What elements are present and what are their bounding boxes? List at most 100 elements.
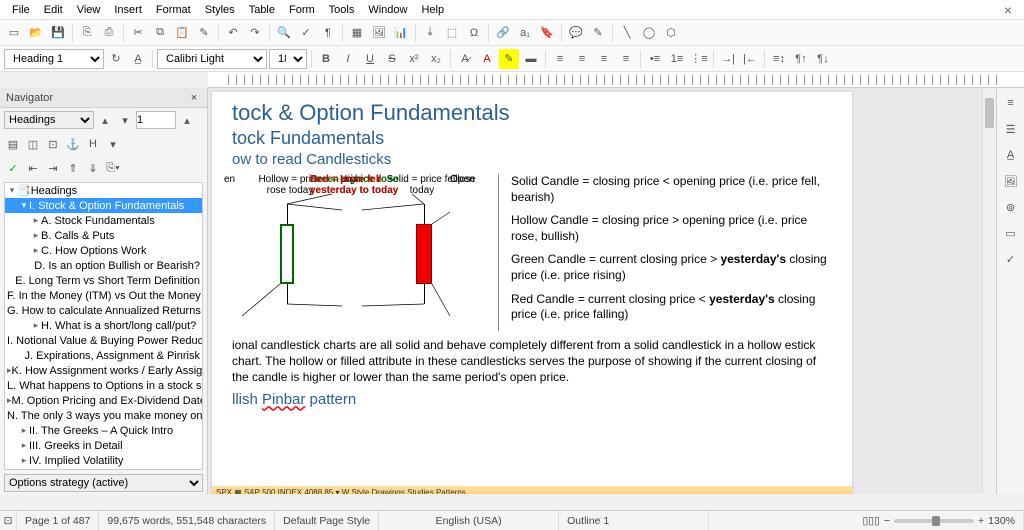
nav-toggle-icon[interactable]: ◫	[24, 135, 42, 153]
paste-icon[interactable]: 📋	[172, 23, 192, 43]
redo-icon[interactable]: ↷	[245, 23, 265, 43]
align-left-icon[interactable]: ≡	[550, 49, 570, 69]
nav-content-view-icon[interactable]: ▤	[4, 135, 22, 153]
strikethrough-button[interactable]: S	[382, 49, 402, 69]
tree-row[interactable]: D. Is an option Bullish or Bearish?	[5, 258, 202, 273]
track-changes-icon[interactable]: ✎	[588, 23, 608, 43]
tree-row[interactable]: ▸K. How Assignment works / Early Assignm…	[5, 363, 202, 378]
sidebar-styles-icon[interactable]: A̲	[1000, 144, 1022, 166]
menu-help[interactable]: Help	[415, 2, 450, 18]
field-icon[interactable]: ⬚	[442, 23, 462, 43]
open-icon[interactable]: 📂	[26, 23, 46, 43]
font-name-select[interactable]: Calibri Light	[157, 49, 267, 69]
para-spacing-decrease-icon[interactable]: ¶↓	[813, 49, 833, 69]
line-icon[interactable]: ╲	[617, 23, 637, 43]
zoom-out-icon[interactable]: −	[884, 515, 890, 527]
view-layout-icon[interactable]: ▯▯▯	[863, 515, 880, 527]
tree-row[interactable]: G. How to calculate Annualized Returns (…	[5, 303, 202, 318]
decrease-indent-icon[interactable]: |←	[740, 49, 760, 69]
tree-row[interactable]: L. What happens to Options in a stock sp…	[5, 378, 202, 393]
export-pdf-icon[interactable]: ⎘	[77, 23, 97, 43]
bookmark-icon[interactable]: 🔖	[537, 23, 557, 43]
menu-table[interactable]: Table	[243, 2, 281, 18]
menu-view[interactable]: View	[71, 2, 107, 18]
underline-button[interactable]: U	[360, 49, 380, 69]
chart-icon[interactable]: 📊	[391, 23, 411, 43]
increase-indent-icon[interactable]: →|	[718, 49, 738, 69]
new-style-icon[interactable]: A̲	[128, 49, 148, 69]
undo-icon[interactable]: ↶	[223, 23, 243, 43]
zoom-in-icon[interactable]: +	[978, 515, 984, 527]
menu-insert[interactable]: Insert	[108, 2, 148, 18]
save-icon[interactable]: 💾	[48, 23, 68, 43]
bold-button[interactable]: B	[316, 49, 336, 69]
formatting-marks-icon[interactable]: ¶	[318, 23, 338, 43]
menu-form[interactable]: Form	[283, 2, 321, 18]
char-background-icon[interactable]: ▬	[521, 49, 541, 69]
tree-row[interactable]: N. The only 3 ways you make money on Opt…	[5, 408, 202, 423]
nav-header-icon[interactable]: ⊡	[44, 135, 62, 153]
comment-icon[interactable]: 💬	[566, 23, 586, 43]
tree-row[interactable]: ▸H. What is a short/long call/put?	[5, 318, 202, 333]
menu-file[interactable]: File	[6, 2, 36, 18]
tree-row[interactable]: I. Notional Value & Buying Power Reducti…	[5, 333, 202, 348]
tree-row[interactable]: ▸B. Calls & Puts	[5, 228, 202, 243]
paragraph-style-select[interactable]: Heading 1	[4, 49, 104, 69]
sidebar-page-icon[interactable]: ▭	[1000, 222, 1022, 244]
table-icon[interactable]: ▦	[347, 23, 367, 43]
navigator-category-select[interactable]: Headings	[4, 111, 94, 129]
page-break-icon[interactable]: ⤓	[420, 23, 440, 43]
status-page[interactable]: Page 1 of 487	[17, 511, 99, 530]
image-icon[interactable]: 🖼	[369, 23, 389, 43]
tree-row[interactable]: ▸A. Stock Fundamentals	[5, 213, 202, 228]
align-center-icon[interactable]: ≡	[572, 49, 592, 69]
subscript-button[interactable]: x₂	[426, 49, 446, 69]
align-justify-icon[interactable]: ≡	[616, 49, 636, 69]
navigator-close-icon[interactable]: ×	[187, 92, 201, 104]
nav-level-up-icon[interactable]: ▴	[178, 111, 196, 129]
nav-move-down-icon[interactable]: ⇓	[84, 159, 102, 177]
tree-row[interactable]: ▾I. Stock & Option Fundamentals	[5, 198, 202, 213]
menu-format[interactable]: Format	[150, 2, 197, 18]
status-wordcount[interactable]: 99,675 words, 551,548 characters	[99, 511, 275, 530]
menu-tools[interactable]: Tools	[323, 2, 361, 18]
tree-row[interactable]: ▸III. Greeks in Detail	[5, 438, 202, 453]
update-style-icon[interactable]: ↻	[106, 49, 126, 69]
clear-format-icon[interactable]: A̷	[455, 49, 475, 69]
italic-button[interactable]: I	[338, 49, 358, 69]
hyperlink-icon[interactable]: 🔗	[493, 23, 513, 43]
new-icon[interactable]: ▭	[4, 23, 24, 43]
nav-anchor-icon[interactable]: ⚓	[64, 135, 82, 153]
find-icon[interactable]: 🔍	[274, 23, 294, 43]
tree-row[interactable]: ▸C. How Options Work	[5, 243, 202, 258]
para-spacing-increase-icon[interactable]: ¶↑	[791, 49, 811, 69]
sidebar-properties-icon[interactable]: ☰	[1000, 118, 1022, 140]
status-language[interactable]: English (USA)	[379, 511, 559, 530]
navigator-level-input[interactable]	[136, 111, 176, 129]
spellcheck-icon[interactable]: ✓	[296, 23, 316, 43]
sidebar-inspect-icon[interactable]: ✓	[1000, 248, 1022, 270]
nav-promote-icon[interactable]: ⇤	[24, 159, 42, 177]
vertical-scrollbar[interactable]	[982, 88, 996, 494]
special-char-icon[interactable]: Ω	[464, 23, 484, 43]
menu-edit[interactable]: Edit	[38, 2, 69, 18]
status-save-icon[interactable]: ⊡	[0, 511, 17, 530]
tree-row[interactable]: ▸V. Volume/Open Interest/Liquidity (Bid/…	[5, 468, 202, 470]
superscript-button[interactable]: x²	[404, 49, 424, 69]
print-icon[interactable]: ⎙	[99, 23, 119, 43]
tree-row[interactable]: E. Long Term vs Short Term Definition	[5, 273, 202, 288]
tree-row[interactable]: ▸M. Option Pricing and Ex-Dividend Date	[5, 393, 202, 408]
footnote-icon[interactable]: a₁	[515, 23, 535, 43]
sidebar-navigator-icon[interactable]: ⊚	[1000, 196, 1022, 218]
navigator-tree[interactable]: ▾ 📑 Headings ▾I. Stock & Option Fundamen…	[4, 182, 203, 470]
navigator-titlebar[interactable]: Navigator ×	[0, 88, 207, 108]
horizontal-ruler[interactable]	[208, 72, 1024, 88]
status-pagestyle[interactable]: Default Page Style	[275, 511, 379, 530]
tree-root[interactable]: ▾ 📑 Headings	[5, 183, 202, 198]
menu-window[interactable]: Window	[362, 2, 413, 18]
nav-move-up-icon[interactable]: ⇑	[64, 159, 82, 177]
tree-row[interactable]: J. Expirations, Assignment & Pinrisk	[5, 348, 202, 363]
close-document-icon[interactable]: ×	[998, 0, 1018, 20]
nav-listbox-icon[interactable]: ✓	[4, 159, 22, 177]
zoom-slider[interactable]	[894, 519, 974, 523]
